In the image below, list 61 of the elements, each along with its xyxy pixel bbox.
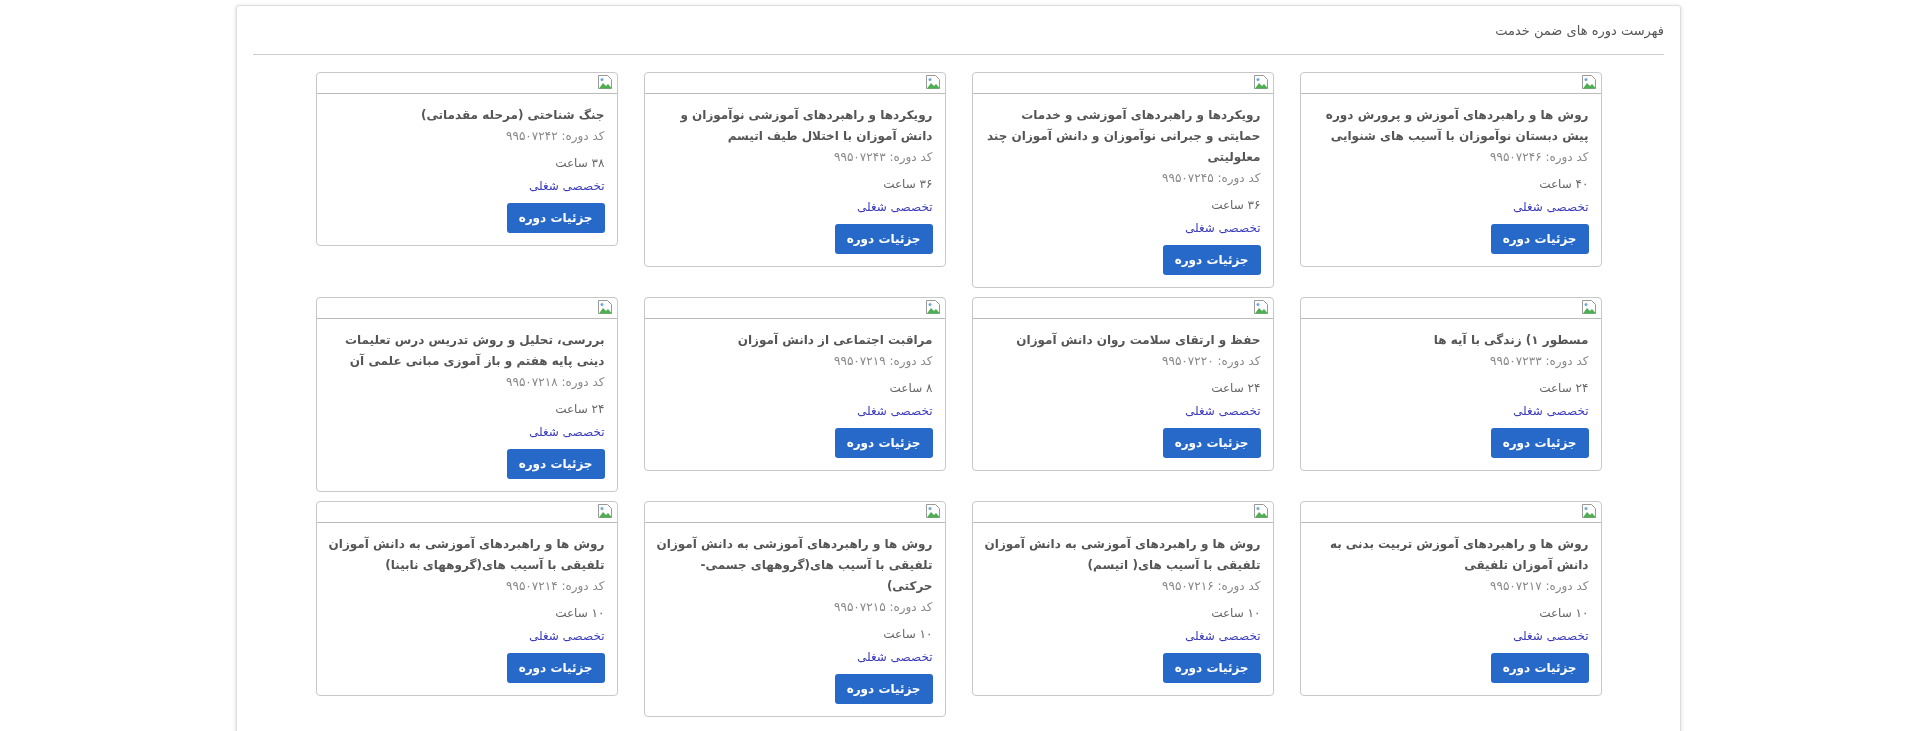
category-link[interactable]: تخصصی شغلی bbox=[528, 629, 605, 643]
course-hours: ۴۰ ساعت bbox=[1538, 176, 1589, 193]
course-title: بررسی، تحلیل و روش تدریس درس تعلیمات دینی پایه هفتم و باز آموزی مبانی علمی آن bbox=[343, 332, 605, 371]
panel-title: فهرست دوره های ضمن خدمت bbox=[1495, 23, 1664, 38]
details-button[interactable]: جزئیات دوره bbox=[506, 449, 605, 479]
course-hours: ۱۰ ساعت bbox=[554, 605, 605, 622]
course-code: کد دوره: ۹۹۵۰۷۲۱۸ bbox=[505, 374, 605, 392]
course-hours: ۲۴ ساعت bbox=[1538, 380, 1589, 397]
category-link[interactable]: تخصصی شغلی bbox=[856, 200, 933, 214]
details-button[interactable]: جزئیات دوره bbox=[1162, 653, 1261, 683]
course-hours: ۱۰ ساعت bbox=[1210, 605, 1261, 622]
details-button[interactable]: جزئیات دوره bbox=[1490, 428, 1589, 458]
course-code: کد دوره: ۹۹۵۰۷۲۱۵ bbox=[833, 599, 933, 617]
category-link[interactable]: تخصصی شغلی bbox=[1184, 221, 1261, 235]
details-button[interactable]: جزئیات دوره bbox=[1490, 224, 1589, 254]
course-title: روش ها و راهبردهای آموزش تربیت بدنی به دانش آموزان تلفیقی bbox=[1328, 535, 1589, 575]
category-link[interactable]: تخصصی شغلی bbox=[528, 179, 605, 193]
details-button[interactable]: جزئیات دوره bbox=[834, 428, 933, 458]
course-code: کد دوره: ۹۹۵۰۷۲۱۹ bbox=[833, 353, 933, 371]
category-link[interactable]: تخصصی شغلی bbox=[1184, 404, 1261, 418]
category-link[interactable]: تخصصی شغلی bbox=[1512, 200, 1589, 214]
course-hours: ۳۶ ساعت bbox=[1210, 197, 1261, 214]
category-link[interactable]: تخصصی شغلی bbox=[856, 650, 933, 664]
course-hours: ۱۰ ساعت bbox=[882, 626, 933, 643]
course-code: کد دوره: ۹۹۵۰۷۲۴۳ bbox=[833, 149, 933, 167]
category-link[interactable]: تخصصی شغلی bbox=[528, 425, 605, 439]
course-title: روش ها و راهبردهای آموزشی به دانش آموزان تلفیقی با آسیب های(گروههای نابینا) bbox=[328, 535, 605, 575]
course-title: روش ها و راهبردهای آموزشی به دانش آموزان تلفیقی با آسیب های( اتیسم) bbox=[984, 535, 1261, 574]
course-title: مسطور ۱) زندگی با آیه ها bbox=[1432, 331, 1589, 350]
details-button[interactable]: جزئیات دوره bbox=[1162, 428, 1261, 458]
details-button[interactable]: جزئیات دوره bbox=[834, 224, 933, 254]
course-title: رویکردها و راهبردهای آموزشی نوآموزان و دانش آموزان با اختلال طیف اتیسم bbox=[679, 106, 933, 146]
category-link[interactable]: تخصصی شغلی bbox=[1184, 629, 1261, 643]
course-title: روش ها و راهبردهای آموزش و پرورش دوره پیش دبستان نوآموزان با آسیب های شنوایی bbox=[1324, 106, 1589, 146]
details-button[interactable]: جزئیات دوره bbox=[506, 653, 605, 683]
course-hours: ۲۴ ساعت bbox=[554, 401, 605, 418]
course-title: جنگ شناختی (مرحله مقدماتی) bbox=[419, 107, 605, 124]
category-link[interactable]: تخصصی شغلی bbox=[1512, 404, 1589, 418]
category-link[interactable]: تخصصی شغلی bbox=[856, 404, 933, 418]
course-hours: ۲۴ ساعت bbox=[1210, 380, 1261, 397]
category-link[interactable]: تخصصی شغلی bbox=[1512, 629, 1589, 643]
course-code: کد دوره: ۹۹۵۰۷۲۴۶ bbox=[1489, 149, 1589, 167]
course-code: کد دوره: ۹۹۵۰۷۲۴۵ bbox=[1161, 170, 1261, 188]
course-code: کد دوره: ۹۹۵۰۷۲۳۳ bbox=[1489, 353, 1589, 371]
course-hours: ۳۶ ساعت bbox=[882, 176, 933, 193]
course-title: روش ها و راهبردهای آموزشی به دانش آموزان تلفیقی با آسیب های(گروههای جسمی- حرکتی) bbox=[656, 535, 933, 595]
course-hours: ۸ ساعت bbox=[888, 380, 933, 397]
course-title: مراقبت اجتماعی از دانش آموزان bbox=[736, 331, 933, 350]
course-title: حفظ و ارتقای سلامت روان دانش آموزان bbox=[1015, 331, 1261, 350]
course-title: رویکردها و راهبردهای آموزشی و خدمات حمایتی و جبرانی نوآموزان و دانش آموزان چند معلولیتی bbox=[985, 106, 1261, 167]
details-button[interactable]: جزئیات دوره bbox=[1490, 653, 1589, 683]
details-button[interactable]: جزئیات دوره bbox=[506, 203, 605, 233]
course-hours: ۱۰ ساعت bbox=[1538, 605, 1589, 622]
details-button[interactable]: جزئیات دوره bbox=[1162, 245, 1261, 275]
course-code: کد دوره: ۹۹۵۰۷۲۱۷ bbox=[1489, 578, 1589, 596]
course-hours: ۳۸ ساعت bbox=[554, 155, 605, 172]
course-code: کد دوره: ۹۹۵۰۷۲۱۴ bbox=[505, 578, 605, 596]
course-code: کد دوره: ۹۹۵۰۷۲۲۰ bbox=[1161, 353, 1261, 371]
course-code: کد دوره: ۹۹۵۰۷۲۱۶ bbox=[1161, 578, 1261, 596]
details-button[interactable]: جزئیات دوره bbox=[834, 674, 933, 704]
course-code: کد دوره: ۹۹۵۰۷۲۴۲ bbox=[505, 128, 605, 146]
